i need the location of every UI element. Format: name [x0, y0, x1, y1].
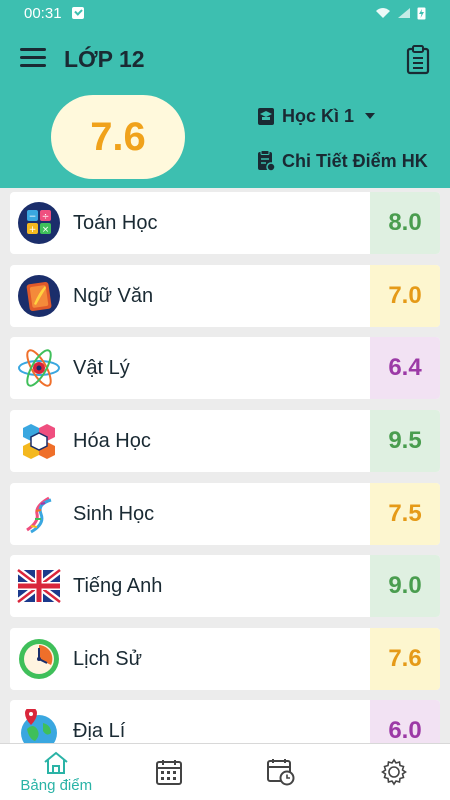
subject-row-chemistry[interactable]: Hóa Học 9.5 [10, 410, 440, 472]
menu-icon-bar [20, 64, 46, 67]
detail-label: Chi Tiết Điểm HK [282, 150, 428, 171]
semester-label: Học Kì 1 [282, 105, 355, 126]
uk-flag-icon [17, 567, 61, 605]
page-title: LỚP 12 [64, 46, 145, 72]
math-icon: − ÷ + × [18, 202, 60, 244]
status-bar: 00:31 [0, 0, 450, 26]
bottom-nav: Bảng điểm [0, 743, 450, 800]
subject-name: Hóa Học [73, 429, 151, 452]
chemistry-hexagon-icon [23, 424, 55, 459]
literature-icon [18, 275, 60, 317]
history-clock-icon [19, 639, 59, 679]
menu-button[interactable] [20, 48, 46, 70]
subject-row-literature[interactable]: Ngữ Văn 7.0 [10, 265, 440, 327]
subject-row-english[interactable]: Tiếng Anh 9.0 [10, 555, 440, 617]
subject-name: Địa Lí [73, 719, 126, 742]
subject-row-biology[interactable]: Sinh Học 7.5 [10, 483, 440, 545]
score-badge: 9.0 [370, 555, 440, 617]
nav-home[interactable]: Bảng điểm [0, 744, 113, 800]
score-badge: 7.0 [370, 265, 440, 327]
svg-text:−: − [29, 212, 37, 222]
score-badge: 7.5 [370, 483, 440, 545]
subject-name: Ngữ Văn [73, 284, 154, 307]
report-card-icon [258, 150, 275, 172]
battery-icon [417, 7, 426, 20]
dna-icon [26, 496, 52, 534]
calendar-clock-icon [267, 759, 295, 786]
score-badge: 6.4 [370, 337, 440, 399]
nav-settings[interactable] [338, 744, 450, 800]
gear-icon [380, 758, 407, 786]
score-badge: 8.0 [370, 192, 440, 254]
menu-icon-bar [20, 48, 46, 51]
nav-calendar[interactable] [225, 744, 338, 800]
svg-text:÷: ÷ [42, 212, 50, 222]
score-badge: 6.0 [370, 700, 440, 743]
subject-name: Vật Lý [73, 356, 130, 379]
score-value: 7.6 [388, 645, 422, 672]
score-badge: 9.5 [370, 410, 440, 472]
status-time: 00:31 [24, 4, 62, 22]
subject-name: Sinh Học [73, 502, 155, 525]
score-value: 9.0 [388, 572, 422, 599]
svg-text:×: × [42, 225, 50, 235]
school-cap-icon [258, 108, 274, 125]
nav-schedule[interactable] [113, 744, 226, 800]
wifi-icon [376, 8, 390, 18]
calendar-icon [155, 760, 182, 785]
score-value: 7.5 [388, 500, 422, 527]
score-value: 9.5 [388, 427, 422, 454]
physics-atom-icon [18, 349, 60, 387]
subject-name: Toán Học [73, 211, 158, 234]
score-value: 7.0 [388, 282, 422, 309]
notification-check-icon [71, 7, 84, 19]
gpa-value: 7.6 [90, 114, 146, 159]
semester-detail-link[interactable]: Chi Tiết Điểm HK [257, 149, 428, 173]
subject-list: − ÷ + × Toán Học 8.0 Ngữ Văn 7.0 Vật Lý … [0, 188, 450, 743]
svg-text:+: + [29, 225, 37, 235]
semester-dropdown[interactable]: Học Kì 1 [257, 104, 376, 128]
signal-icon [398, 8, 410, 18]
subject-row-physics[interactable]: Vật Lý 6.4 [10, 337, 440, 399]
score-badge: 7.6 [370, 628, 440, 690]
geography-globe-icon [21, 709, 57, 743]
menu-icon-bar [20, 56, 46, 59]
clipboard-icon[interactable] [406, 45, 430, 75]
subject-name: Tiếng Anh [73, 574, 163, 597]
subject-row-history[interactable]: Lịch Sử 7.6 [10, 628, 440, 690]
chevron-down-icon [365, 113, 376, 119]
app-header: LỚP 12 7.6 Học Kì 1 Chi Tiết Điểm HK [0, 26, 450, 188]
score-value: 6.0 [388, 717, 422, 743]
home-icon [44, 751, 68, 774]
score-value: 6.4 [388, 354, 422, 381]
subject-row-geography[interactable]: Địa Lí 6.0 [10, 700, 440, 743]
status-icons [375, 6, 426, 20]
score-value: 8.0 [388, 209, 422, 236]
nav-home-label: Bảng điểm [20, 776, 93, 794]
subject-row-math[interactable]: − ÷ + × Toán Học 8.0 [10, 192, 440, 254]
subject-name: Lịch Sử [73, 647, 142, 670]
gpa-badge: 7.6 [51, 95, 185, 179]
